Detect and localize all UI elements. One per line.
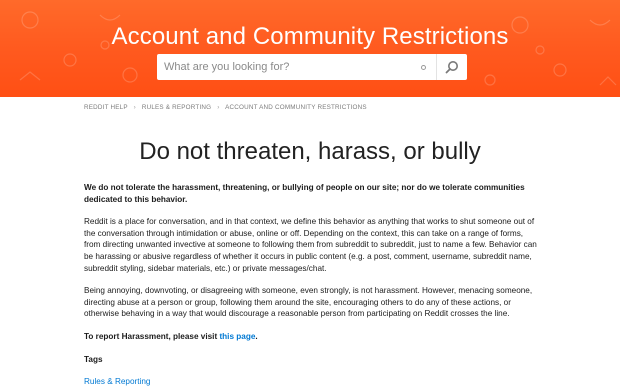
search-icon xyxy=(445,61,458,74)
article-paragraph-2: Being annoying, downvoting, or disagreei… xyxy=(84,286,533,319)
breadcrumb: REDDIT HELP › RULES & REPORTING › ACCOUN… xyxy=(84,104,367,111)
report-suffix: . xyxy=(255,331,258,341)
report-line: To report Harassment, please visit this … xyxy=(84,331,540,343)
article-paragraph-1: Reddit is a place for conversation, and … xyxy=(84,217,537,273)
search-bar xyxy=(157,54,467,80)
report-prefix: To report Harassment, please visit xyxy=(84,331,220,341)
hero-banner: Account and Community Restrictions xyxy=(0,0,620,97)
breadcrumb-rules-reporting[interactable]: RULES & REPORTING xyxy=(142,104,211,111)
breadcrumb-account-restrictions[interactable]: ACCOUNT AND COMMUNITY RESTRICTIONS xyxy=(225,104,367,111)
article-lead: We do not tolerate the harassment, threa… xyxy=(84,183,525,204)
tags-heading: Tags xyxy=(84,354,103,364)
search-input[interactable] xyxy=(157,55,421,79)
page-title: Do not threaten, harass, or bully xyxy=(139,138,481,165)
breadcrumb-separator: › xyxy=(217,104,220,111)
tag-rules-reporting[interactable]: Rules & Reporting xyxy=(84,377,150,386)
article-body: We do not tolerate the harassment, threa… xyxy=(84,182,540,388)
breadcrumb-separator: › xyxy=(133,104,136,111)
report-page-link[interactable]: this page xyxy=(219,332,255,341)
hero-title: Account and Community Restrictions xyxy=(111,23,509,50)
breadcrumb-reddit-help[interactable]: REDDIT HELP xyxy=(84,104,128,111)
loading-indicator-icon xyxy=(421,64,426,70)
search-button[interactable] xyxy=(437,54,467,80)
